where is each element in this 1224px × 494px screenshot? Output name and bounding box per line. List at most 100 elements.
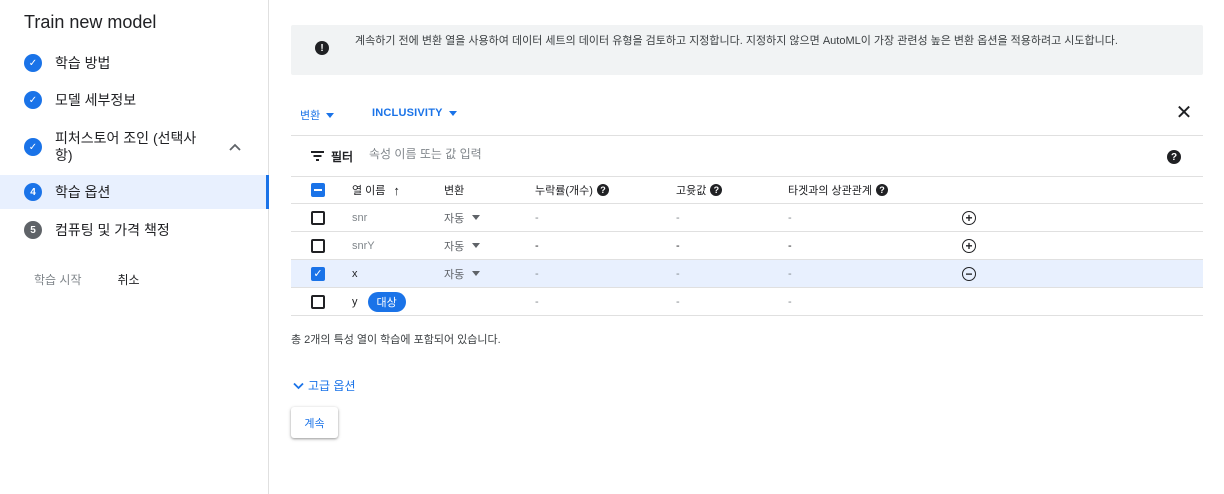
table-header-row: 열 이름 ↑ 변환 누락률(개수) ? 고윳값 ? 타겟과의 상관관계 ?	[291, 176, 1203, 204]
step-compute-pricing[interactable]: 5 컴퓨팅 및 가격 책정	[0, 218, 268, 242]
transform-select[interactable]: 자동	[444, 232, 481, 259]
step-training-options[interactable]: 4 학습 옵션	[0, 175, 269, 209]
missing-value: -	[535, 239, 539, 252]
row-checkbox[interactable]	[311, 210, 325, 225]
continue-button[interactable]: 계속	[291, 407, 338, 438]
column-toolbar: 변환 INCLUSIVITY ✕	[291, 100, 1203, 136]
filter-input[interactable]	[369, 147, 869, 161]
step-label: 학습 방법	[55, 54, 111, 71]
header-missing: 누락률(개수) ?	[535, 177, 609, 203]
column-name-cell: y 대상	[352, 288, 406, 315]
column-name: snr	[352, 211, 368, 224]
filter-bar: 필터 ?	[291, 137, 1203, 175]
caret-down-icon	[472, 271, 481, 276]
missing-value: -	[535, 295, 539, 308]
header-unique-label: 고윳값	[676, 185, 707, 197]
check-circle-icon: ✓	[24, 54, 42, 72]
unique-value: -	[676, 211, 680, 224]
header-correlation: 타겟과의 상관관계 ?	[788, 177, 889, 203]
caret-down-icon	[448, 110, 457, 116]
step-label: 피처스토어 조인 (선택사 항)	[55, 130, 196, 164]
sidebar: Train new model ✓ 학습 방법 ✓ 모델 세부정보 ✓ 피처스토…	[0, 0, 269, 494]
step-label-line-2: 항)	[55, 147, 73, 163]
inclusivity-dropdown[interactable]: INCLUSIVITY	[372, 107, 457, 119]
info-text: 계속하기 전에 변환 열을 사용하여 데이터 세트의 데이터 유형을 검토하고 …	[355, 35, 1118, 47]
transform-value: 자동	[444, 240, 465, 253]
missing-value: -	[535, 211, 539, 224]
target-badge: 대상	[367, 291, 406, 312]
feature-summary: 총 2개의 특성 열이 학습에 포함되어 있습니다.	[291, 334, 501, 346]
transform-value: 자동	[444, 212, 465, 225]
table-row: y 대상 - - -	[291, 288, 1203, 316]
step-label: 컴퓨팅 및 가격 책정	[55, 221, 170, 238]
header-name[interactable]: 열 이름 ↑	[352, 177, 400, 203]
filter-label: 필터	[331, 150, 354, 164]
transform-select[interactable]: 자동	[444, 204, 481, 231]
remove-column-button[interactable]: −	[962, 260, 976, 287]
add-column-button[interactable]: +	[962, 204, 976, 231]
chevron-down-icon	[293, 382, 304, 389]
table-row: snr 자동 - - - +	[291, 204, 1203, 232]
header-transform: 변환	[444, 185, 465, 197]
correlation-value: -	[788, 211, 792, 224]
help-icon[interactable]: ?	[710, 184, 723, 196]
cancel-button[interactable]: 취소	[118, 271, 140, 288]
add-circle-icon: +	[962, 238, 976, 253]
sidebar-title: Train new model	[24, 12, 157, 32]
check-circle-icon: ✓	[24, 138, 42, 156]
advanced-options-label: 고급 옵션	[308, 379, 356, 393]
chevron-up-icon[interactable]	[228, 140, 242, 154]
select-all-cell	[311, 177, 325, 203]
header-name-label: 열 이름	[352, 185, 386, 197]
header-missing-label: 누락률(개수)	[535, 185, 593, 197]
missing-value: -	[535, 267, 539, 280]
correlation-value: -	[788, 295, 792, 308]
transform-dropdown-label: 변환	[300, 110, 321, 122]
table-row: ✓ x 자동 - - - −	[291, 260, 1203, 288]
help-icon[interactable]: ?	[596, 184, 609, 196]
filter-icon	[311, 151, 324, 161]
step-training-method[interactable]: ✓ 학습 방법	[0, 51, 268, 75]
sidebar-actions: 학습 시작 취소	[34, 271, 140, 288]
start-training-button[interactable]: 학습 시작	[34, 271, 82, 288]
step-number-badge: 4	[24, 183, 42, 201]
row-checkbox[interactable]: ✓	[311, 266, 325, 281]
column-name: x	[352, 267, 358, 280]
caret-down-icon	[472, 243, 481, 248]
transform-dropdown[interactable]: 변환	[300, 107, 335, 123]
unique-value: -	[676, 267, 680, 280]
help-icon[interactable]: ?	[876, 184, 889, 196]
header-unique: 고윳값 ?	[676, 177, 723, 203]
row-checkbox-cell	[311, 288, 325, 315]
table-row: snrY 자동 - - - +	[291, 232, 1203, 260]
step-number-badge: 5	[24, 221, 42, 239]
step-label: 모델 세부정보	[55, 91, 137, 108]
unique-value: -	[676, 295, 680, 308]
info-icon: !	[315, 41, 329, 55]
transform-select[interactable]: 자동	[444, 260, 481, 287]
check-icon: ✓	[313, 267, 323, 280]
step-label: 학습 옵션	[55, 183, 111, 200]
column-name: y	[352, 295, 358, 308]
column-name: snrY	[352, 239, 375, 252]
help-icon[interactable]: ?	[1167, 150, 1181, 164]
step-label-line-1: 피처스토어 조인 (선택사	[55, 130, 197, 146]
sort-arrow-up-icon: ↑	[393, 182, 400, 198]
columns-table: 열 이름 ↑ 변환 누락률(개수) ? 고윳값 ? 타겟과의 상관관계 ? sn…	[291, 176, 1203, 316]
correlation-value: -	[788, 239, 792, 252]
check-circle-icon: ✓	[24, 91, 42, 109]
advanced-options-toggle[interactable]: 고급 옵션	[293, 377, 356, 394]
correlation-value: -	[788, 267, 792, 280]
unique-value: -	[676, 239, 680, 252]
row-checkbox[interactable]	[311, 238, 325, 253]
select-all-checkbox[interactable]	[311, 183, 325, 197]
step-model-details[interactable]: ✓ 모델 세부정보	[0, 88, 268, 112]
row-checkbox[interactable]	[311, 294, 325, 309]
close-icon[interactable]: ✕	[1175, 103, 1193, 123]
remove-circle-icon: −	[962, 266, 976, 281]
transform-value: 자동	[444, 268, 465, 281]
header-correlation-label: 타겟과의 상관관계	[788, 185, 873, 197]
row-checkbox-cell: ✓	[311, 260, 325, 287]
row-checkbox-cell	[311, 204, 325, 231]
add-column-button[interactable]: +	[962, 232, 976, 259]
